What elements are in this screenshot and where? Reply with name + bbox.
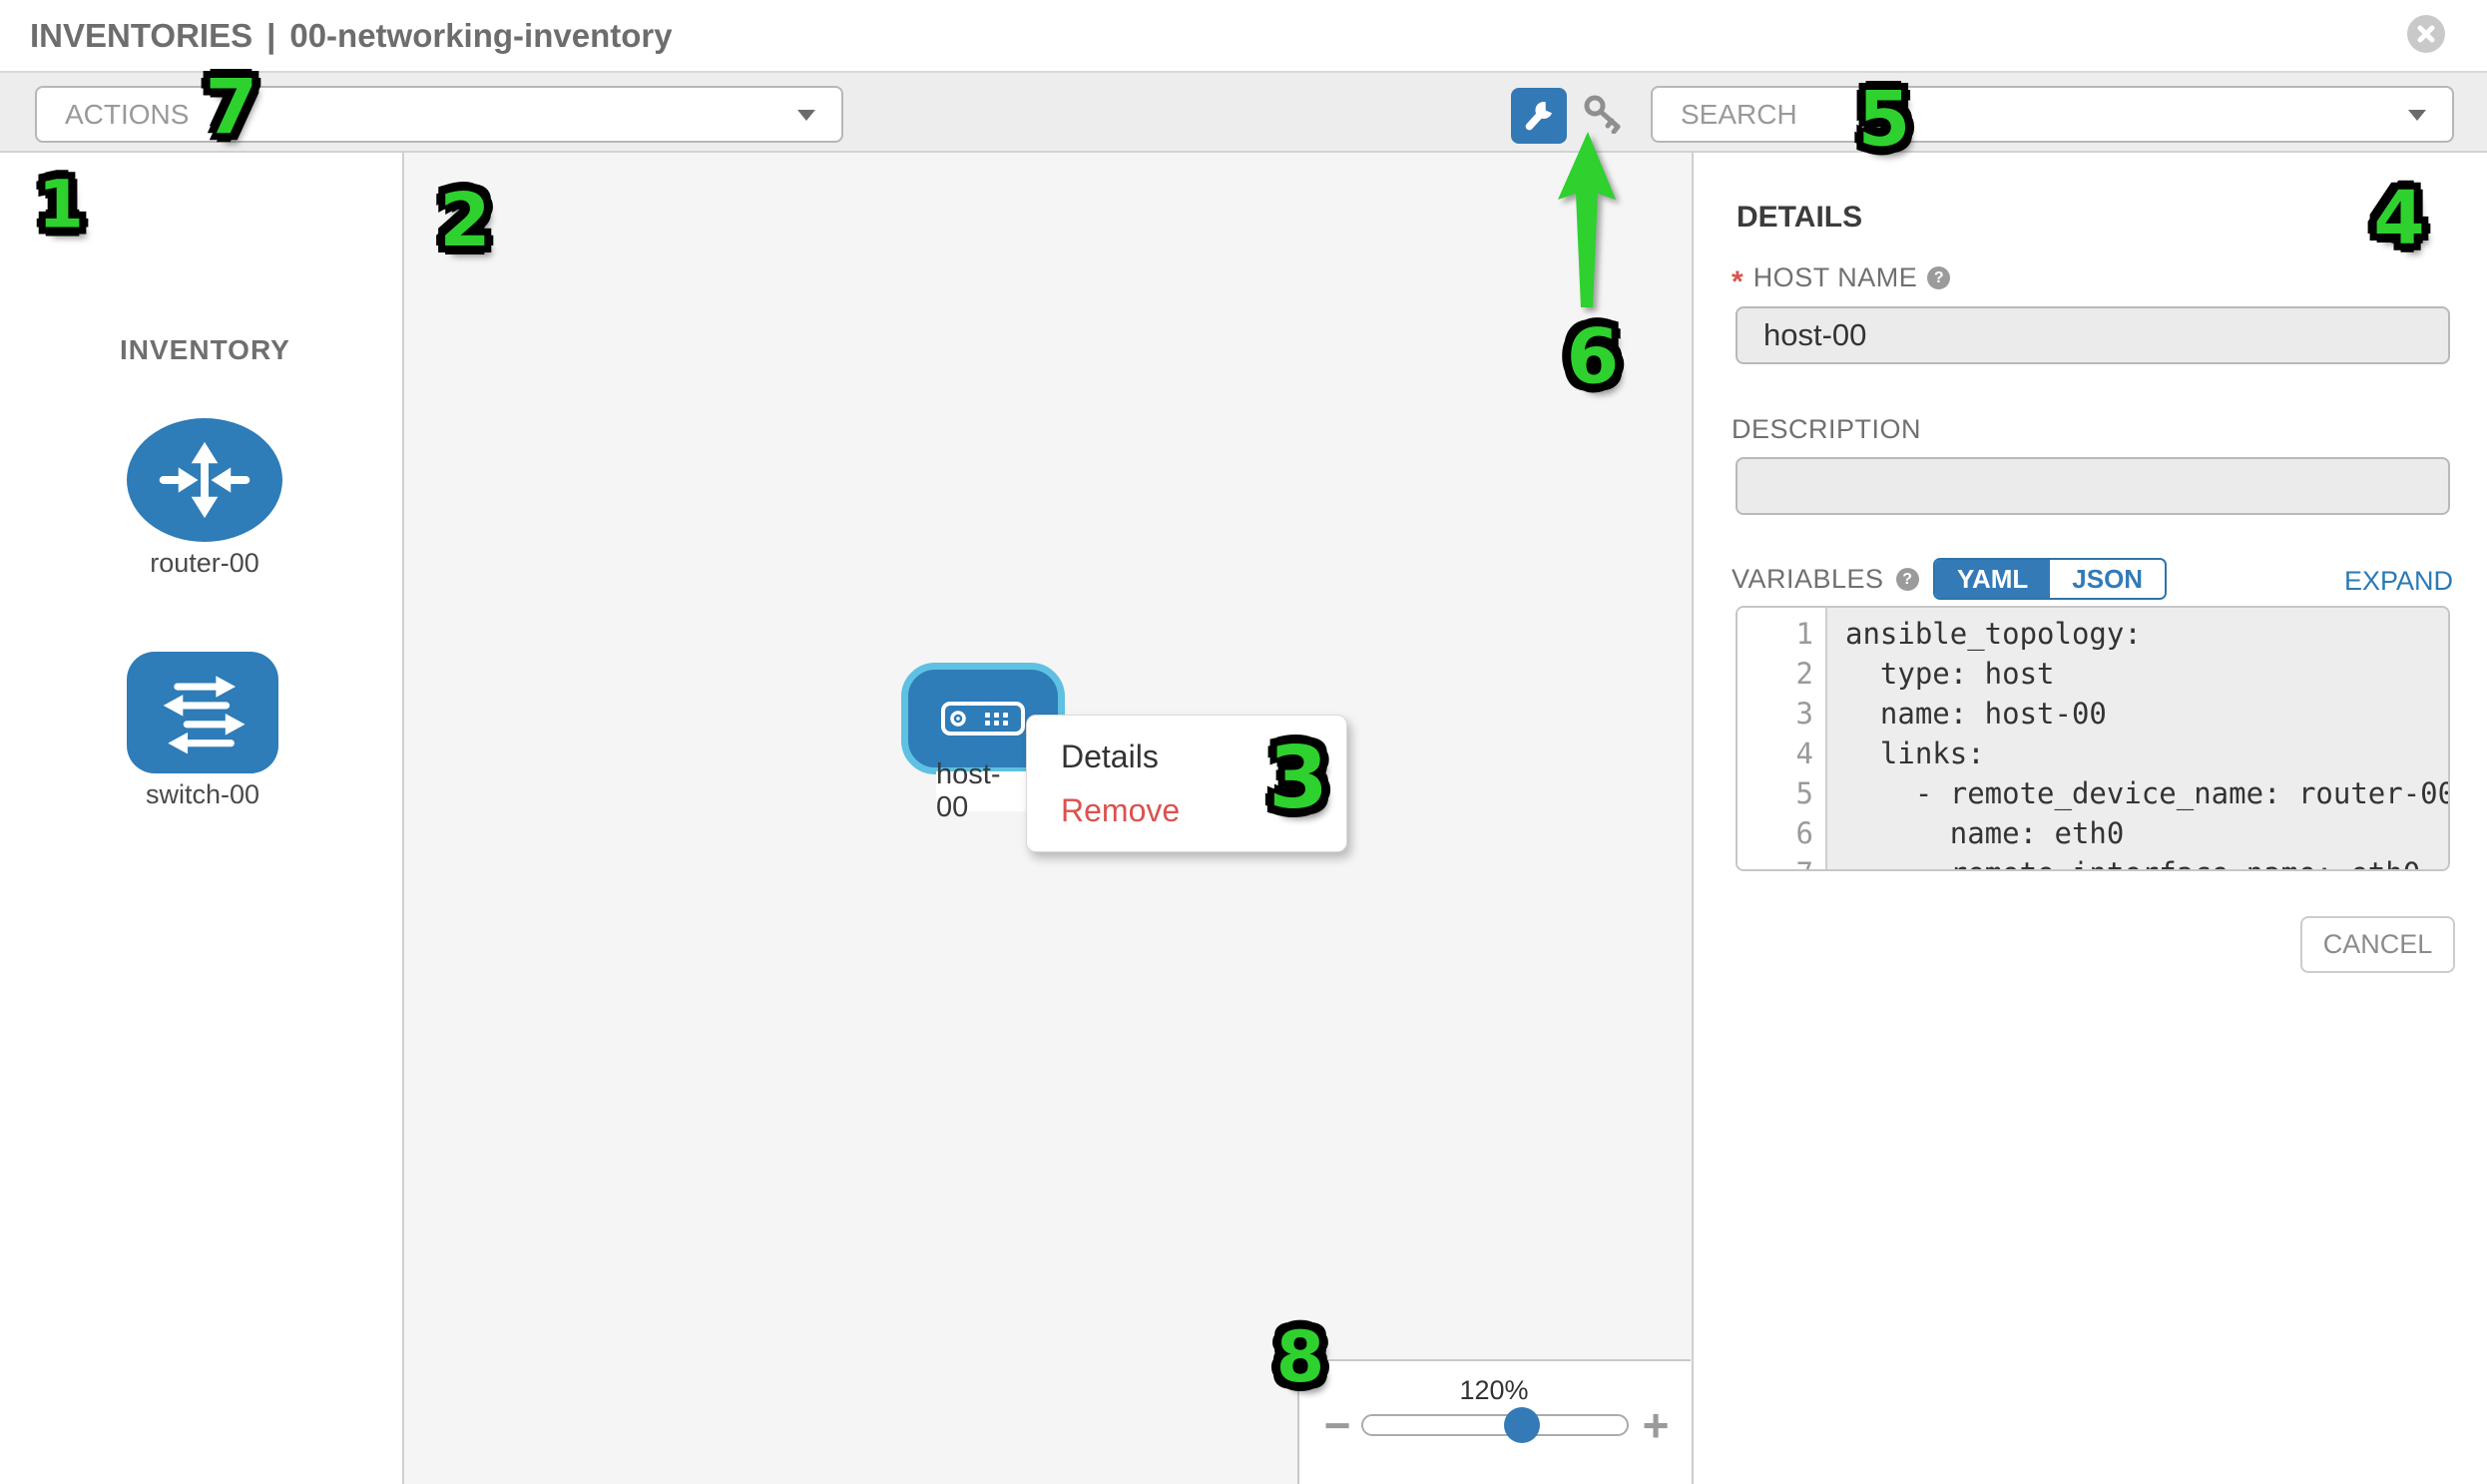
code-line: links: <box>1845 734 2448 773</box>
description-label-row: DESCRIPTION <box>1732 414 1921 445</box>
switch-shape <box>127 652 278 773</box>
title-bar: INVENTORIES | 00-networking-inventory <box>0 0 2487 71</box>
code-line: remote_interface_name: eth0 <box>1845 853 2448 871</box>
zoom-slider-thumb[interactable] <box>1504 1407 1540 1443</box>
actions-dropdown[interactable]: ACTIONS <box>35 86 843 143</box>
host-icon <box>941 702 1025 736</box>
key-credentials-button[interactable] <box>1581 91 1627 137</box>
caret-down-icon <box>2408 110 2426 121</box>
close-icon <box>2416 24 2436 44</box>
code-line: - remote_device_name: router-00 <box>1845 773 2448 813</box>
router-icon <box>143 430 266 530</box>
caret-down-icon <box>797 110 815 121</box>
code-line: ansible_topology: <box>1845 614 2448 654</box>
expand-link[interactable]: EXPAND <box>2344 566 2453 597</box>
code-line: name: host-00 <box>1845 694 2448 734</box>
context-menu-item-remove[interactable]: Remove <box>1027 783 1346 837</box>
required-mark: * <box>1732 272 1743 292</box>
palette-title: INVENTORY <box>120 334 290 366</box>
description-label: DESCRIPTION <box>1732 414 1921 445</box>
configure-tools-button[interactable] <box>1511 88 1567 144</box>
details-panel: DETAILS * HOST NAME ? DESCRIPTION VARIAB… <box>1692 153 2487 1484</box>
json-toggle-button[interactable]: JSON <box>2050 560 2165 598</box>
zoom-level: 120% <box>1394 1375 1594 1406</box>
zoom-out-button[interactable]: − <box>1320 1401 1354 1449</box>
router-shape <box>127 418 282 542</box>
line-number: 6 <box>1738 813 1825 853</box>
actions-placeholder: ACTIONS <box>65 99 189 131</box>
node-context-menu: Details Remove <box>1026 715 1347 852</box>
editor-code-lines: ansible_topology: type: host name: host-… <box>1829 608 2448 871</box>
yaml-toggle-button[interactable]: YAML <box>1935 560 2050 598</box>
switch-icon <box>143 665 262 760</box>
host-name-label: HOST NAME <box>1753 262 1918 293</box>
help-icon[interactable]: ? <box>1896 568 1919 591</box>
line-number: 2 <box>1738 654 1825 694</box>
title-separator: | <box>266 17 275 55</box>
palette-item-label: switch-00 <box>127 779 278 810</box>
host-name-label-row: * HOST NAME ? <box>1732 262 1950 293</box>
line-number: 7 <box>1738 853 1825 871</box>
palette-item-router[interactable]: router-00 <box>127 418 282 542</box>
description-input[interactable] <box>1736 457 2450 515</box>
line-number: 3 <box>1738 694 1825 734</box>
wrench-icon <box>1522 99 1556 133</box>
host-node-label: host-00 <box>936 771 1032 811</box>
breadcrumb: INVENTORIES <box>30 17 252 55</box>
host-name-input[interactable] <box>1736 306 2450 364</box>
cancel-button[interactable]: CANCEL <box>2300 916 2455 973</box>
code-line: name: eth0 <box>1845 813 2448 853</box>
palette-item-switch[interactable]: switch-00 <box>127 652 278 773</box>
details-title: DETAILS <box>1737 201 1862 235</box>
line-number: 4 <box>1738 734 1825 773</box>
inventory-name: 00-networking-inventory <box>289 17 672 55</box>
palette-item-label: router-00 <box>127 548 282 579</box>
toolbar: ACTIONS SEARCH <box>0 71 2487 153</box>
close-button[interactable] <box>2407 15 2445 53</box>
page-title: INVENTORIES | 00-networking-inventory <box>30 0 673 71</box>
variables-row: VARIABLES ? YAML JSON EXPAND <box>1732 558 2455 600</box>
variables-code-editor[interactable]: 1 2 3 4 5 6 7 ansible_topology: type: ho… <box>1736 606 2450 871</box>
zoom-slider-track[interactable] <box>1361 1414 1629 1436</box>
key-icon <box>1582 94 1626 134</box>
help-icon[interactable]: ? <box>1927 266 1950 289</box>
variables-label: VARIABLES <box>1732 564 1884 595</box>
context-menu-item-details[interactable]: Details <box>1027 730 1346 783</box>
zoom-in-button[interactable]: + <box>1639 1401 1673 1449</box>
variables-label-group: VARIABLES ? <box>1732 564 1919 595</box>
inventory-topology-page: INVENTORIES | 00-networking-inventory AC… <box>0 0 2487 1484</box>
variables-format-toggle: YAML JSON <box>1933 558 2167 600</box>
line-number: 1 <box>1738 614 1825 654</box>
code-line: type: host <box>1845 654 2448 694</box>
inventory-palette: INVENTORY router-00 <box>0 153 404 1484</box>
search-dropdown[interactable]: SEARCH <box>1651 86 2454 143</box>
line-number: 5 <box>1738 773 1825 813</box>
zoom-control: 120% − + <box>1297 1359 1691 1484</box>
search-placeholder: SEARCH <box>1681 99 1797 131</box>
editor-line-numbers: 1 2 3 4 5 6 7 <box>1738 608 1827 869</box>
